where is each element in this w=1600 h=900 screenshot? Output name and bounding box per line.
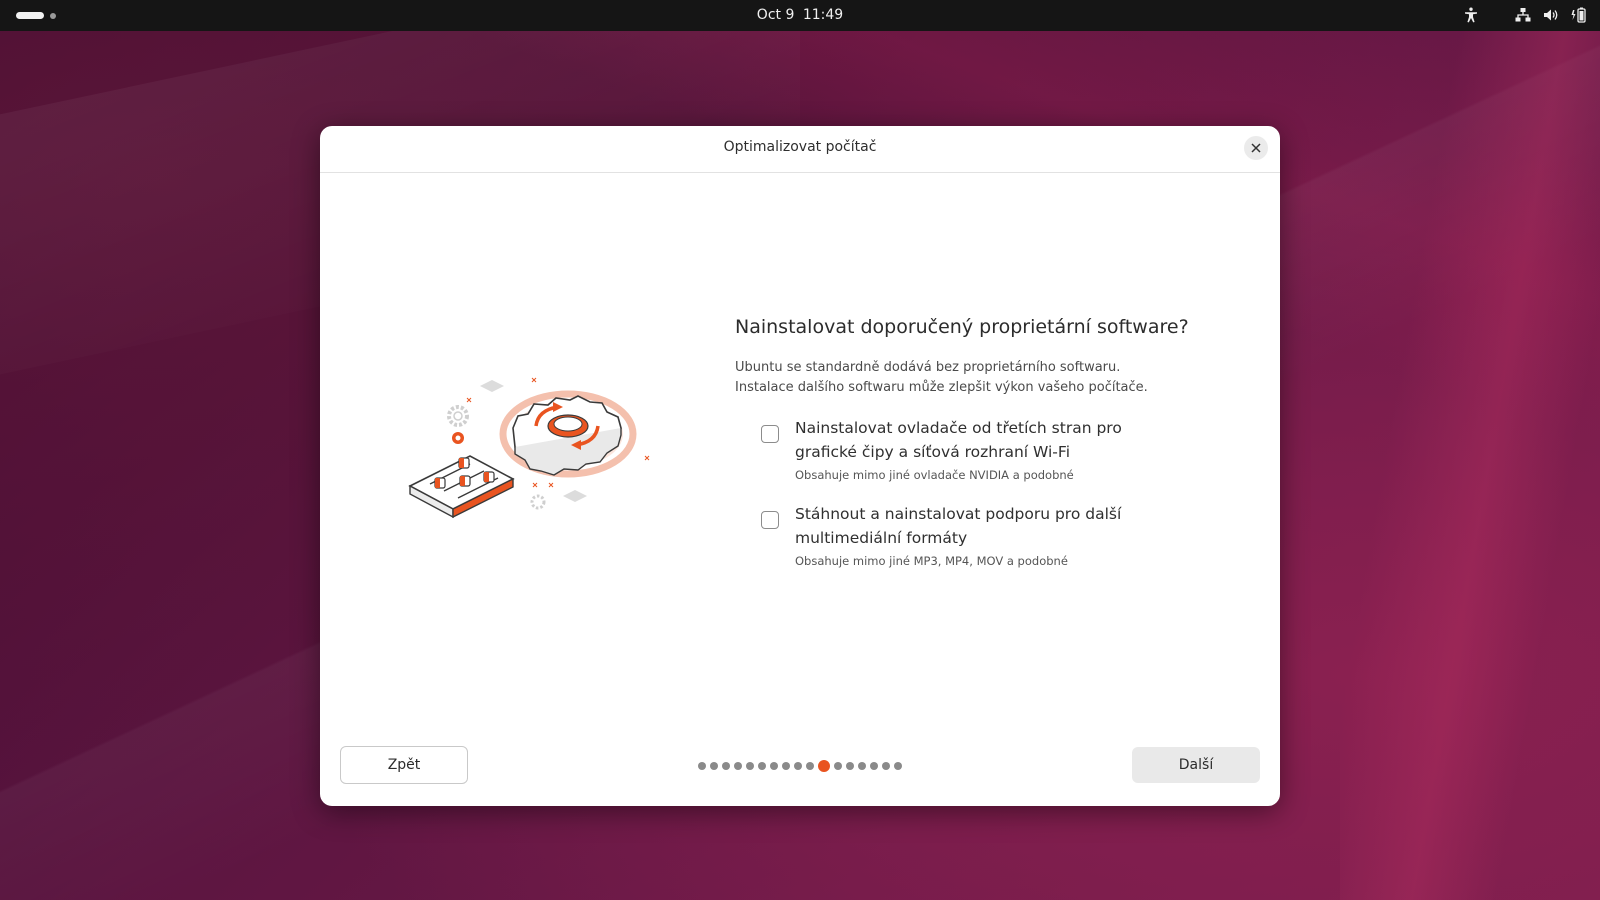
next-button[interactable]: Další	[1132, 747, 1260, 783]
clock[interactable]: Oct 9 11:49	[0, 7, 1600, 23]
option-third-party-drivers[interactable]: Nainstalovat ovladače od třetích stran p…	[735, 416, 1235, 482]
clock-time: 11:49	[802, 7, 844, 23]
step-dot	[846, 762, 854, 770]
step-dot	[722, 762, 730, 770]
option-multimedia-formats[interactable]: Stáhnout a nainstalovat podporu pro dalš…	[735, 502, 1235, 568]
option-label[interactable]: Stáhnout a nainstalovat podporu pro dalš…	[795, 502, 1125, 550]
step-dot	[894, 762, 902, 770]
page-description: Ubuntu se standardně dodává bez propriet…	[735, 358, 1235, 398]
dialog-titlebar: Optimalizovat počítač	[320, 126, 1280, 173]
gear-settings-illustration	[408, 377, 650, 519]
step-dot	[834, 762, 842, 770]
top-bar: Oct 9 11:49	[0, 0, 1600, 31]
option-sublabel: Obsahuje mimo jiné MP3, MP4, MOV a podob…	[795, 554, 1068, 568]
system-tray[interactable]	[1462, 6, 1588, 24]
dialog-title: Optimalizovat počítač	[723, 139, 877, 155]
multimedia-formats-checkbox[interactable]	[761, 511, 779, 529]
clock-date: Oct 9	[756, 7, 795, 23]
step-dot-active	[818, 760, 830, 772]
option-sublabel: Obsahuje mimo jiné ovladače NVIDIA a pod…	[795, 468, 1074, 482]
network-icon[interactable]	[1514, 6, 1532, 24]
dialog-content: Nainstalovat doporučený proprietární sof…	[735, 316, 1235, 568]
volume-icon[interactable]	[1542, 6, 1560, 24]
page-heading: Nainstalovat doporučený proprietární sof…	[735, 316, 1189, 338]
battery-icon[interactable]	[1570, 6, 1588, 24]
third-party-drivers-checkbox[interactable]	[761, 425, 779, 443]
close-icon	[1251, 143, 1261, 153]
step-dot	[770, 762, 778, 770]
step-dot	[858, 762, 866, 770]
description-line: Ubuntu se standardně dodává bez propriet…	[735, 360, 1121, 375]
step-dot	[734, 762, 742, 770]
step-dot	[882, 762, 890, 770]
option-label[interactable]: Nainstalovat ovladače od třetích stran p…	[795, 416, 1125, 464]
step-dot	[794, 762, 802, 770]
step-dot	[806, 762, 814, 770]
description-line: Instalace dalšího softwaru může zlepšit …	[735, 380, 1148, 395]
accessibility-icon[interactable]	[1462, 6, 1480, 24]
wallpaper-streak	[1340, 0, 1600, 900]
step-dot	[758, 762, 766, 770]
close-button[interactable]	[1244, 136, 1268, 160]
step-dot	[710, 762, 718, 770]
step-dot	[870, 762, 878, 770]
step-dot	[782, 762, 790, 770]
step-dot	[698, 762, 706, 770]
optimize-computer-dialog: Optimalizovat počítač Nainstalovat dopor…	[320, 126, 1280, 806]
step-dot	[746, 762, 754, 770]
